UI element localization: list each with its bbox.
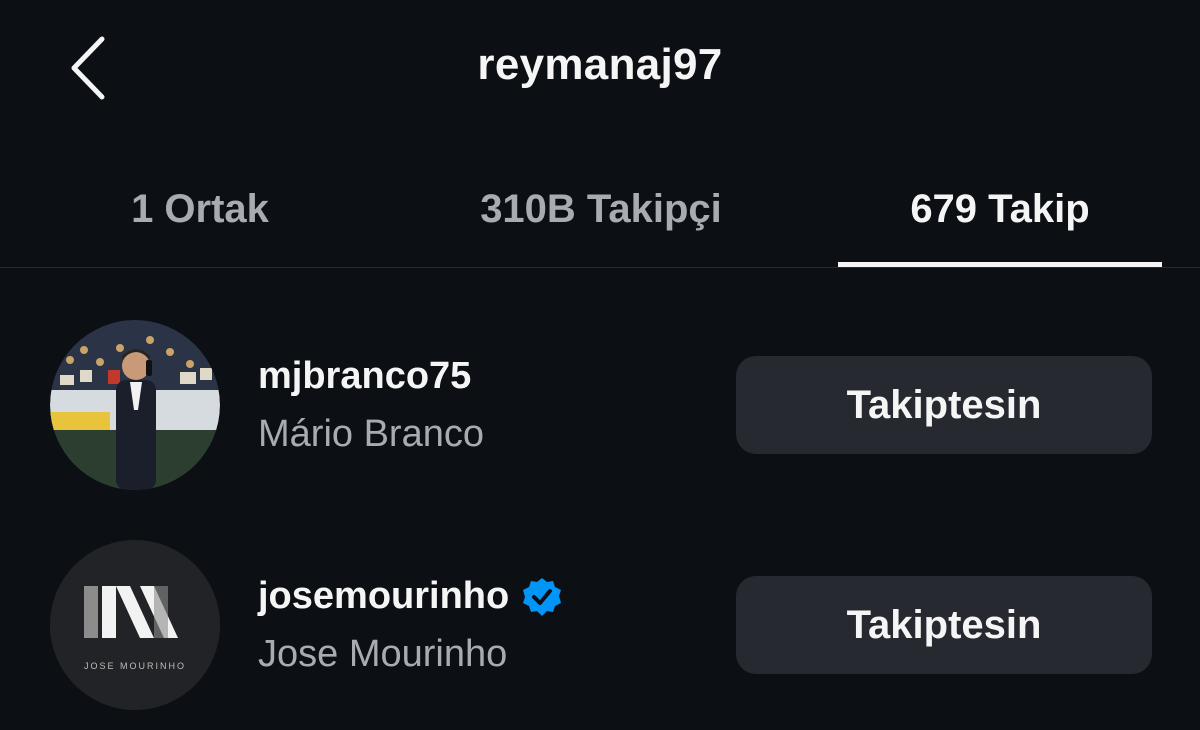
tab-bar: 1 Ortak 310B Takipçi 679 Takip bbox=[0, 150, 1200, 268]
username-text: mjbranco75 bbox=[258, 355, 472, 397]
full-name: Mário Branco bbox=[258, 413, 484, 455]
page-title: reymanaj97 bbox=[477, 40, 723, 89]
following-button[interactable]: Takiptesin bbox=[736, 356, 1152, 454]
tab-mutual[interactable]: 1 Ortak bbox=[0, 150, 400, 268]
stadium-photo-avatar bbox=[50, 320, 220, 490]
verified-badge-icon bbox=[521, 576, 563, 618]
jm-logo-avatar bbox=[50, 540, 220, 710]
avatar[interactable] bbox=[50, 320, 220, 490]
avatar-logo-text: JOSE MOURINHO bbox=[83, 661, 186, 671]
username[interactable]: josemourinho bbox=[258, 575, 563, 618]
active-tab-indicator bbox=[838, 262, 1162, 267]
following-button[interactable]: Takiptesin bbox=[736, 576, 1152, 674]
tab-following[interactable]: 679 Takip bbox=[838, 150, 1162, 268]
username-text: josemourinho bbox=[258, 575, 510, 617]
top-bar: reymanaj97 bbox=[0, 0, 1200, 140]
list-item[interactable]: mjbranco75 Mário Branco Takiptesin bbox=[0, 305, 1200, 505]
tab-followers[interactable]: 310B Takipçi bbox=[400, 150, 802, 268]
avatar[interactable]: JOSE MOURINHO bbox=[50, 540, 220, 710]
username[interactable]: mjbranco75 bbox=[258, 355, 471, 398]
list-item[interactable]: JOSE MOURINHO josemourinho Jose Mourinho… bbox=[0, 525, 1200, 725]
full-name: Jose Mourinho bbox=[258, 633, 508, 675]
